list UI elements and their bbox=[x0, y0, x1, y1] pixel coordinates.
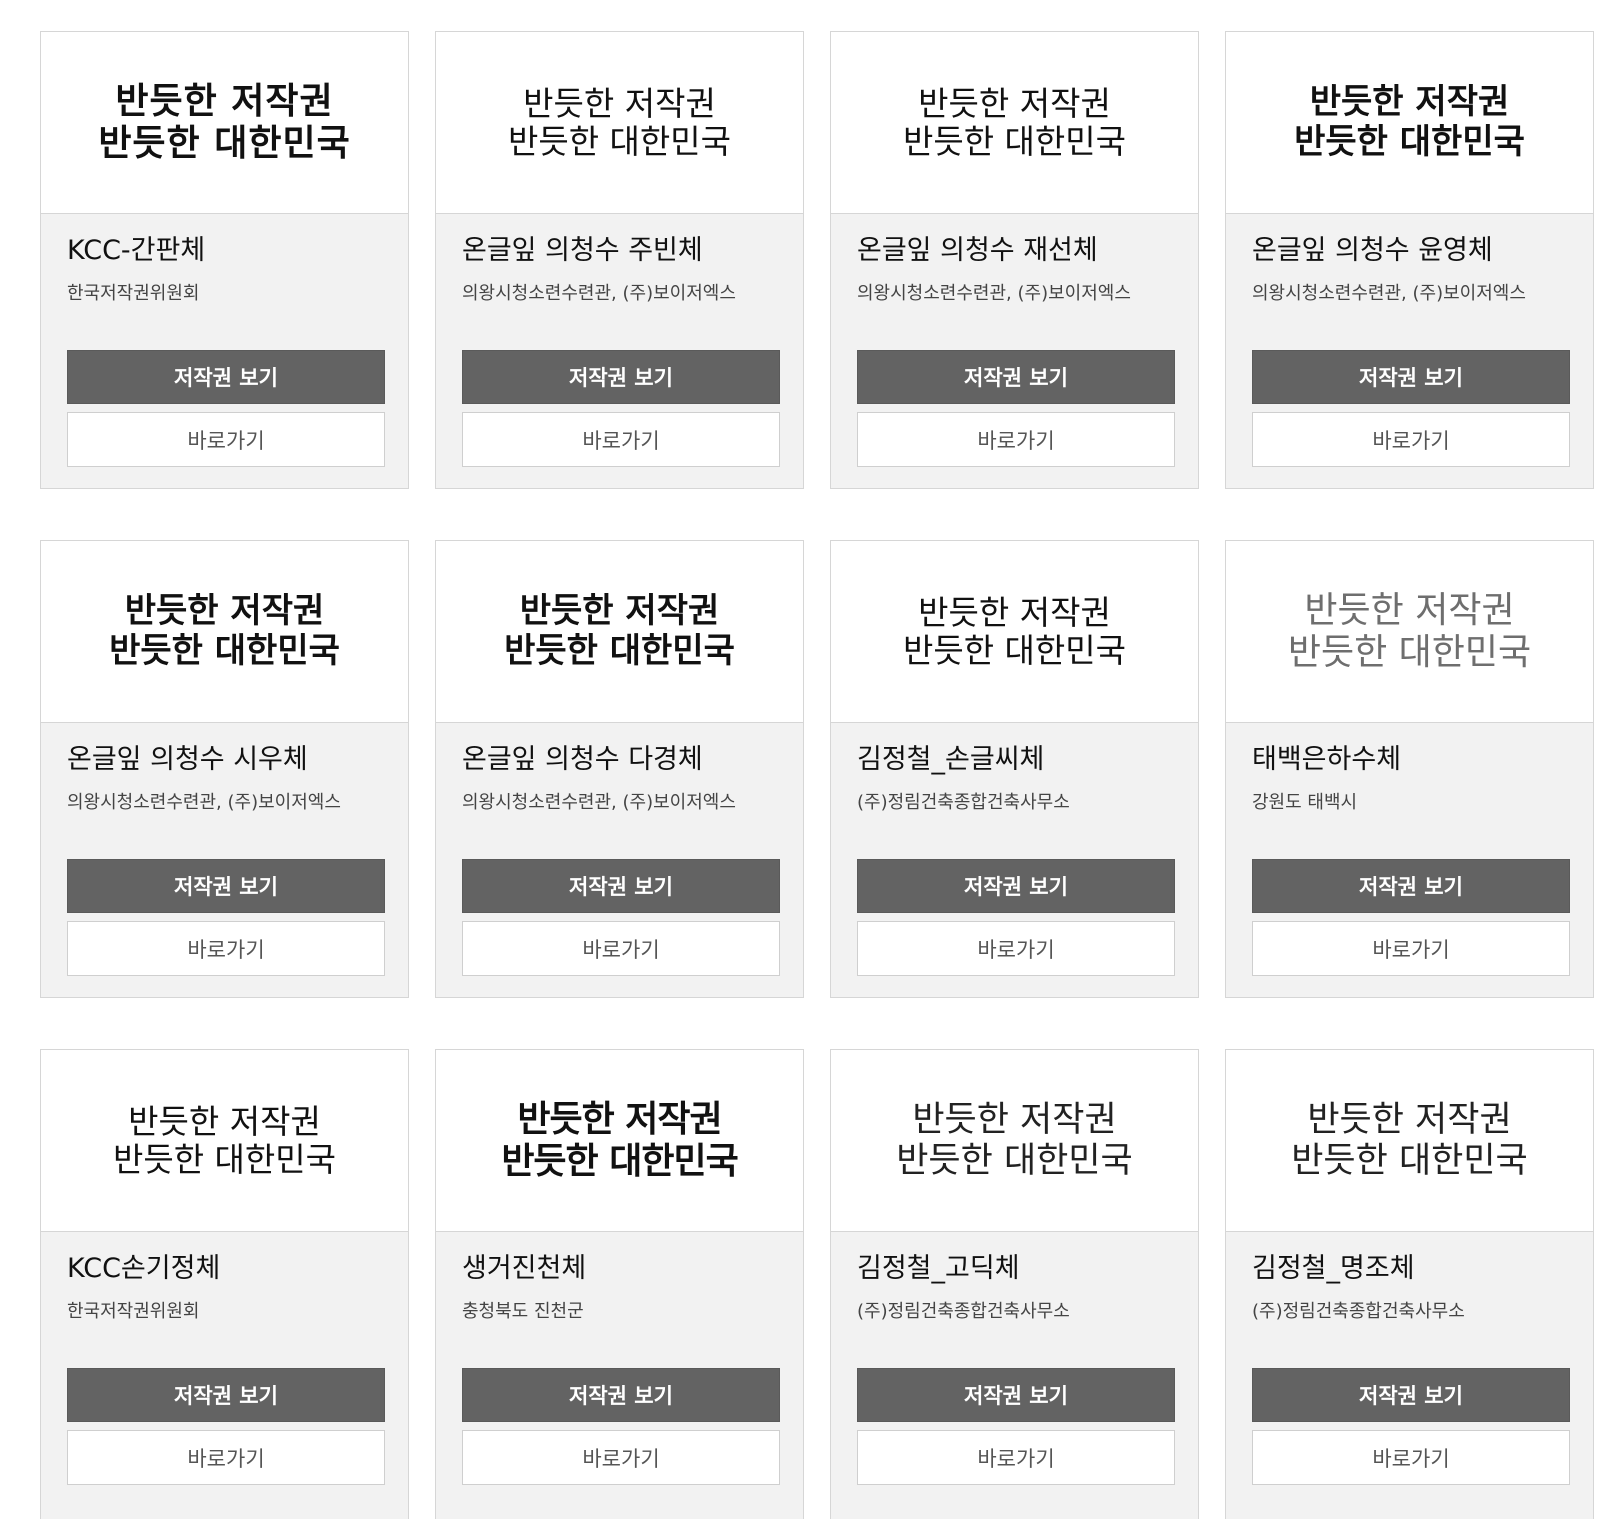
view-copyright-button[interactable]: 저작권 보기 bbox=[67, 1368, 385, 1422]
go-link-button[interactable]: 바로가기 bbox=[462, 921, 780, 976]
font-preview: 반듯한 저작권 반듯한 대한민국 bbox=[436, 32, 803, 214]
font-maker: 강원도 태백시 bbox=[1252, 792, 1358, 813]
font-preview: 반듯한 저작권 반듯한 대한민국 bbox=[41, 1050, 408, 1232]
font-card: 반듯한 저작권 반듯한 대한민국 생거진천체 충청북도 진천군 저작권 보기 바… bbox=[435, 1049, 804, 1519]
font-name: 온글잎 의청수 윤영체 bbox=[1252, 235, 1493, 266]
view-copyright-button[interactable]: 저작권 보기 bbox=[857, 350, 1175, 404]
font-name: 온글잎 의청수 시우체 bbox=[67, 744, 308, 775]
view-copyright-button[interactable]: 저작권 보기 bbox=[857, 1368, 1175, 1422]
font-preview: 반듯한 저작권 반듯한 대한민국 bbox=[831, 32, 1198, 214]
view-copyright-button[interactable]: 저작권 보기 bbox=[462, 1368, 780, 1422]
font-maker: 의왕시청소련수련관, (주)보이저엑스 bbox=[67, 792, 341, 813]
font-preview: 반듯한 저작권 반듯한 대한민국 bbox=[1226, 541, 1593, 723]
font-name: 김정철_고딕체 bbox=[857, 1253, 1020, 1284]
font-name: KCC손기정체 bbox=[67, 1253, 221, 1284]
font-preview: 반듯한 저작권 반듯한 대한민국 bbox=[436, 1050, 803, 1232]
font-maker: (주)정림건축종합건축사무소 bbox=[1252, 1301, 1465, 1322]
font-name: 생거진천체 bbox=[462, 1253, 587, 1284]
font-card: 반듯한 저작권 반듯한 대한민국 온글잎 의청수 주빈체 의왕시청소련수련관, … bbox=[435, 31, 804, 489]
font-card: 반듯한 저작권 반듯한 대한민국 김정철_고딕체 (주)정림건축종합건축사무소 … bbox=[830, 1049, 1199, 1519]
go-link-button[interactable]: 바로가기 bbox=[462, 412, 780, 467]
preview-line: 반듯한 저작권 bbox=[1307, 1100, 1512, 1141]
font-card: 반듯한 저작권 반듯한 대한민국 온글잎 의청수 윤영체 의왕시청소련수련관, … bbox=[1225, 31, 1594, 489]
preview-line: 반듯한 저작권 bbox=[519, 591, 720, 632]
preview-line: 반듯한 대한민국 bbox=[501, 1140, 738, 1182]
preview-line: 반듯한 대한민국 bbox=[1287, 631, 1532, 673]
font-preview: 반듯한 저작권 반듯한 대한민국 bbox=[41, 32, 408, 214]
go-link-button[interactable]: 바로가기 bbox=[67, 921, 385, 976]
preview-line: 반듯한 저작권 bbox=[1309, 82, 1510, 123]
font-name: 온글잎 의청수 주빈체 bbox=[462, 235, 703, 266]
font-name: 온글잎 의청수 다경체 bbox=[462, 744, 703, 775]
font-name: 김정철_손글씨체 bbox=[857, 744, 1045, 775]
view-copyright-button[interactable]: 저작권 보기 bbox=[857, 859, 1175, 913]
preview-line: 반듯한 대한민국 bbox=[112, 1139, 336, 1179]
preview-line: 반듯한 저작권 bbox=[1304, 590, 1515, 632]
preview-line: 반듯한 저작권 bbox=[912, 1100, 1117, 1141]
go-link-button[interactable]: 바로가기 bbox=[1252, 412, 1570, 467]
font-maker: 한국저작권위원회 bbox=[67, 1301, 200, 1322]
font-preview: 반듯한 저작권 반듯한 대한민국 bbox=[436, 541, 803, 723]
font-card: 반듯한 저작권 반듯한 대한민국 온글잎 의청수 재선체 의왕시청소련수련관, … bbox=[830, 31, 1199, 489]
font-name: 온글잎 의청수 재선체 bbox=[857, 235, 1098, 266]
go-link-button[interactable]: 바로가기 bbox=[1252, 1430, 1570, 1485]
preview-line: 반듯한 저작권 bbox=[128, 1101, 321, 1141]
view-copyright-button[interactable]: 저작권 보기 bbox=[1252, 859, 1570, 913]
font-preview: 반듯한 저작권 반듯한 대한민국 bbox=[831, 541, 1198, 723]
font-preview: 반듯한 저작권 반듯한 대한민국 bbox=[1226, 32, 1593, 214]
view-copyright-button[interactable]: 저작권 보기 bbox=[67, 859, 385, 913]
font-preview: 반듯한 저작권 반듯한 대한민국 bbox=[831, 1050, 1198, 1232]
font-card: 반듯한 저작권 반듯한 대한민국 KCC-간판체 한국저작권위원회 저작권 보기… bbox=[40, 31, 409, 489]
preview-line: 반듯한 저작권 bbox=[115, 81, 334, 123]
font-maker: 의왕시청소련수련관, (주)보이저엑스 bbox=[462, 792, 736, 813]
preview-line: 반듯한 저작권 bbox=[523, 83, 716, 123]
font-card: 반듯한 저작권 반듯한 대한민국 KCC손기정체 한국저작권위원회 저작권 보기… bbox=[40, 1049, 409, 1519]
font-card: 반듯한 저작권 반듯한 대한민국 온글잎 의청수 다경체 의왕시청소련수련관, … bbox=[435, 540, 804, 998]
preview-line: 반듯한 저작권 bbox=[918, 83, 1111, 123]
go-link-button[interactable]: 바로가기 bbox=[462, 1430, 780, 1485]
font-name: 태백은하수체 bbox=[1252, 744, 1402, 775]
font-maker: 충청북도 진천군 bbox=[462, 1301, 584, 1322]
font-card: 반듯한 저작권 반듯한 대한민국 김정철_손글씨체 (주)정림건축종합건축사무소… bbox=[830, 540, 1199, 998]
font-maker: 의왕시청소련수련관, (주)보이저엑스 bbox=[1252, 283, 1526, 304]
font-maker: (주)정림건축종합건축사무소 bbox=[857, 792, 1070, 813]
font-maker: 의왕시청소련수련관, (주)보이저엑스 bbox=[857, 283, 1131, 304]
go-link-button[interactable]: 바로가기 bbox=[1252, 921, 1570, 976]
view-copyright-button[interactable]: 저작권 보기 bbox=[67, 350, 385, 404]
preview-line: 반듯한 저작권 bbox=[918, 592, 1111, 632]
font-card: 반듯한 저작권 반듯한 대한민국 김정철_명조체 (주)정림건축종합건축사무소 … bbox=[1225, 1049, 1594, 1519]
font-name: KCC-간판체 bbox=[67, 235, 206, 266]
font-preview: 반듯한 저작권 반듯한 대한민국 bbox=[41, 541, 408, 723]
preview-line: 반듯한 대한민국 bbox=[109, 630, 340, 671]
preview-line: 반듯한 대한민국 bbox=[896, 1140, 1133, 1181]
preview-line: 반듯한 대한민국 bbox=[504, 630, 735, 671]
font-card: 반듯한 저작권 반듯한 대한민국 태백은하수체 강원도 태백시 저작권 보기 바… bbox=[1225, 540, 1594, 998]
go-link-button[interactable]: 바로가기 bbox=[857, 1430, 1175, 1485]
font-maker: 의왕시청소련수련관, (주)보이저엑스 bbox=[462, 283, 736, 304]
preview-line: 반듯한 대한민국 bbox=[1294, 121, 1525, 162]
font-preview: 반듯한 저작권 반듯한 대한민국 bbox=[1226, 1050, 1593, 1232]
preview-line: 반듯한 대한민국 bbox=[98, 122, 351, 164]
font-card-grid: 반듯한 저작권 반듯한 대한민국 KCC-간판체 한국저작권위원회 저작권 보기… bbox=[40, 31, 1594, 1519]
preview-line: 반듯한 대한민국 bbox=[902, 630, 1126, 670]
view-copyright-button[interactable]: 저작권 보기 bbox=[462, 350, 780, 404]
preview-line: 반듯한 대한민국 bbox=[507, 121, 731, 161]
preview-line: 반듯한 저작권 bbox=[517, 1099, 722, 1141]
view-copyright-button[interactable]: 저작권 보기 bbox=[1252, 1368, 1570, 1422]
go-link-button[interactable]: 바로가기 bbox=[67, 412, 385, 467]
preview-line: 반듯한 대한민국 bbox=[902, 121, 1126, 161]
preview-line: 반듯한 대한민국 bbox=[1291, 1140, 1528, 1181]
view-copyright-button[interactable]: 저작권 보기 bbox=[462, 859, 780, 913]
preview-line: 반듯한 저작권 bbox=[124, 591, 325, 632]
go-link-button[interactable]: 바로가기 bbox=[857, 412, 1175, 467]
font-card: 반듯한 저작권 반듯한 대한민국 온글잎 의청수 시우체 의왕시청소련수련관, … bbox=[40, 540, 409, 998]
font-name: 김정철_명조체 bbox=[1252, 1253, 1415, 1284]
font-maker: 한국저작권위원회 bbox=[67, 283, 200, 304]
font-maker: (주)정림건축종합건축사무소 bbox=[857, 1301, 1070, 1322]
go-link-button[interactable]: 바로가기 bbox=[857, 921, 1175, 976]
go-link-button[interactable]: 바로가기 bbox=[67, 1430, 385, 1485]
view-copyright-button[interactable]: 저작권 보기 bbox=[1252, 350, 1570, 404]
